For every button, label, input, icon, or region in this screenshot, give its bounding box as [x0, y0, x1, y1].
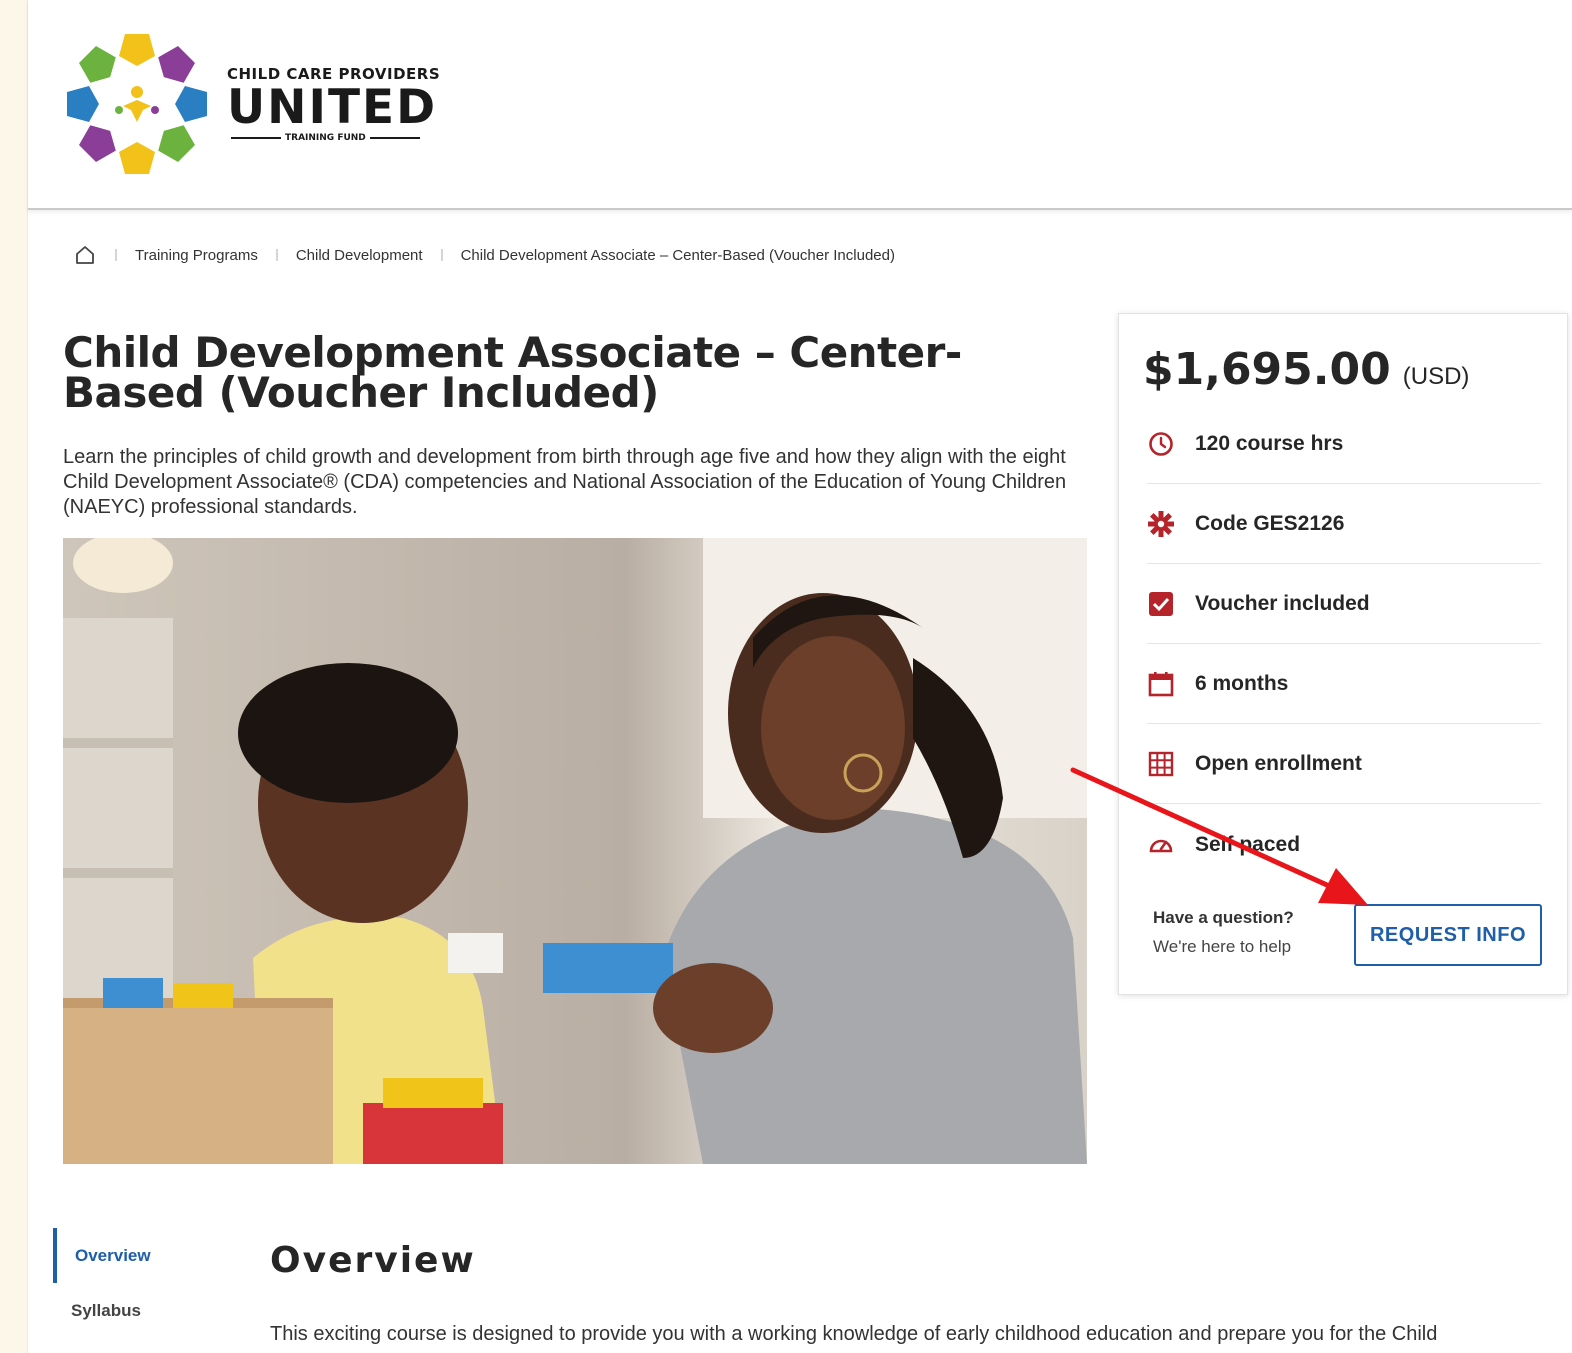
feature-label: Self paced [1195, 833, 1301, 856]
overview-text: This exciting course is designed to prov… [270, 1323, 1438, 1345]
breadcrumb-training-programs[interactable]: Training Programs [135, 247, 258, 264]
price: $1,695.00 (USD) [1143, 344, 1469, 395]
feature-label: Voucher included [1195, 591, 1370, 615]
checkbox-icon [1147, 590, 1175, 618]
price-amount: $1,695.00 [1143, 344, 1391, 395]
logo-main-text: UNITED [227, 80, 438, 135]
page-title: Child Development Associate – Center-Bas… [63, 328, 962, 417]
feature-label: 6 months [1195, 671, 1289, 695]
clock-icon [1147, 430, 1175, 458]
page: CHILD CARE PROVIDERS UNITED TRAINING FUN… [27, 0, 1572, 1353]
feature-pace: Self paced [1147, 808, 1541, 882]
request-info-button[interactable]: REQUEST INFO [1354, 904, 1542, 966]
help-text: We're here to help [1153, 937, 1292, 956]
feature-code: Code GES2126 [1147, 484, 1541, 564]
feature-hours: 120 course hrs [1147, 404, 1541, 484]
course-info-card: $1,695.00 (USD) 120 course hrs Code GES2… [1118, 313, 1568, 995]
feature-duration: 6 months [1147, 644, 1541, 724]
logo-sub-text: TRAINING FUND [227, 133, 440, 143]
feature-label: 120 course hrs [1195, 431, 1344, 455]
section-nav: Overview Syllabus [53, 1228, 151, 1338]
feature-label: Open enrollment [1195, 751, 1362, 775]
feature-label: Code GES2126 [1195, 511, 1345, 535]
site-logo[interactable]: CHILD CARE PROVIDERS UNITED TRAINING FUN… [61, 28, 440, 180]
overview-heading: Overview [270, 1240, 476, 1281]
hero-image [63, 538, 1087, 1164]
course-description: Learn the principles of child growth and… [63, 446, 1067, 518]
calendar-icon [1147, 670, 1175, 698]
grid-icon [1147, 750, 1175, 778]
logo-mark-icon [67, 34, 207, 174]
home-icon[interactable] [73, 243, 97, 267]
speedometer-icon [1147, 831, 1175, 859]
feature-enrollment: Open enrollment [1147, 724, 1541, 804]
price-currency: (USD) [1402, 363, 1470, 390]
gear-icon [1147, 510, 1175, 538]
nav-overview[interactable]: Overview [53, 1228, 151, 1283]
nav-syllabus[interactable]: Syllabus [53, 1283, 151, 1338]
feature-voucher: Voucher included [1147, 564, 1541, 644]
breadcrumb: Training Programs Child Development Chil… [73, 243, 895, 267]
breadcrumb-child-development[interactable]: Child Development [296, 247, 423, 264]
breadcrumb-current: Child Development Associate – Center-Bas… [460, 246, 895, 264]
question-heading: Have a question? [1153, 908, 1294, 927]
site-header: CHILD CARE PROVIDERS UNITED TRAINING FUN… [28, 0, 1572, 210]
